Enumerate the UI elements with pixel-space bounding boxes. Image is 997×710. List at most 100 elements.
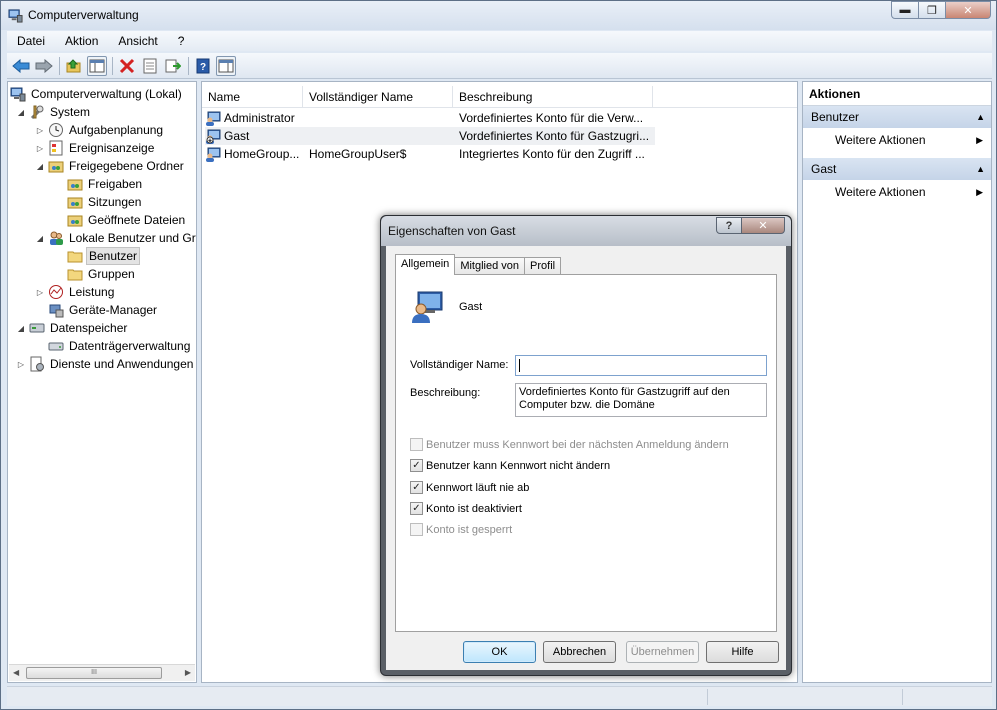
help-button[interactable]: ? (193, 56, 213, 76)
description-input[interactable]: Vordefiniertes Konto für Gastzugriff auf… (515, 383, 767, 417)
tree-item-ereignisanzeige[interactable]: ▷ Ereignisanzeige (35, 139, 156, 157)
help-dialog-button[interactable]: Hilfe (706, 641, 779, 663)
text-caret (519, 359, 520, 372)
tree-item-dienste[interactable]: ▷ Dienste und Anwendungen (16, 355, 195, 373)
minimize-button[interactable]: ▬ (891, 1, 919, 19)
user-icon (206, 147, 221, 162)
expand-icon[interactable]: ▷ (35, 126, 45, 135)
up-level-button[interactable] (64, 56, 84, 76)
scroll-grip: III (91, 669, 97, 676)
forward-arrow-icon (35, 58, 53, 73)
action-section-benutzer[interactable]: Benutzer ▲ (803, 106, 991, 128)
checkmark-icon[interactable]: ✓ (410, 459, 423, 472)
tree-item-benutzer[interactable]: Benutzer (67, 247, 141, 265)
checkbox-box (410, 438, 423, 451)
expand-icon[interactable]: ▷ (35, 144, 45, 153)
column-header-name[interactable]: Name (202, 86, 303, 107)
tree-item-freigaben[interactable]: Freigaben (67, 175, 144, 193)
collapse-icon[interactable]: ◢ (16, 324, 26, 333)
collapse-icon[interactable]: ◢ (16, 108, 26, 117)
tree-item-datenspeicher[interactable]: ◢ Datenspeicher (16, 319, 129, 337)
folder-up-icon (66, 58, 81, 72)
forward-button[interactable] (34, 56, 54, 76)
action-section-gast[interactable]: Gast ▲ (803, 158, 991, 180)
dialog-close-button[interactable]: ✕ (741, 217, 785, 234)
list-row-gast[interactable]: Gast Vordefiniertes Konto für Gastzugri.… (205, 127, 655, 145)
tab-mitglied-von[interactable]: Mitglied von (454, 257, 526, 275)
scroll-thumb[interactable]: III (26, 667, 162, 679)
export-list-button[interactable] (163, 56, 183, 76)
tree-item-lokale-benutzer[interactable]: ◢ Lokale Benutzer und Gr (35, 229, 196, 247)
device-manager-icon (49, 304, 64, 318)
tree-item-leistung[interactable]: ▷ Leistung (35, 283, 116, 301)
clock-icon (49, 123, 63, 137)
scroll-left-icon[interactable]: ◀ (13, 668, 19, 677)
checkmark-icon[interactable]: ✓ (410, 502, 423, 515)
tree-horizontal-scrollbar[interactable]: ◀ III ▶ (9, 664, 195, 681)
list-row-homegroupuser[interactable]: HomeGroup... HomeGroupUser$ Integriertes… (205, 145, 655, 163)
dialog-tabs: Allgemein Mitglied von Profil (395, 254, 562, 275)
close-button[interactable]: ✕ (945, 1, 991, 19)
tree-item-geoeffnete-dateien[interactable]: Geöffnete Dateien (67, 211, 187, 229)
tree-item-datentraegerverwaltung[interactable]: Datenträgerverwaltung (48, 337, 192, 355)
properties-button[interactable] (140, 56, 160, 76)
disk-icon (48, 342, 64, 351)
checkbox-account-disabled[interactable]: ✓ Konto ist deaktiviert (410, 502, 522, 515)
tab-allgemein[interactable]: Allgemein (395, 254, 456, 275)
delete-button[interactable] (117, 56, 137, 76)
back-button[interactable] (11, 56, 31, 76)
show-hide-action-pane-button[interactable] (216, 55, 236, 76)
checkbox-cannot-change-password[interactable]: ✓ Benutzer kann Kennwort nicht ändern (410, 459, 610, 472)
menu-datei[interactable]: Datei (7, 34, 55, 48)
dialog-help-button[interactable]: ? (716, 217, 742, 234)
maximize-button[interactable]: ❐ (918, 1, 946, 19)
services-icon (30, 356, 44, 372)
expand-icon[interactable]: ▷ (16, 360, 26, 369)
tree-item-sitzungen[interactable]: Sitzungen (67, 193, 143, 211)
tree-item-computerverwaltung[interactable]: Computerverwaltung (Lokal) (10, 85, 184, 103)
tree-item-gruppen[interactable]: Gruppen (67, 265, 137, 283)
submenu-arrow-icon: ▶ (976, 135, 983, 145)
checkbox-account-locked: Konto ist gesperrt (410, 523, 512, 536)
folder-icon (67, 251, 83, 263)
minimize-icon: ▬ (899, 4, 911, 16)
status-segment (707, 689, 708, 705)
collapse-icon[interactable]: ◢ (35, 162, 45, 171)
menu-ansicht[interactable]: Ansicht (108, 34, 167, 48)
actions-header: Aktionen (803, 82, 991, 106)
ok-button[interactable]: OK (463, 641, 536, 663)
action-weitere-aktionen-gast[interactable]: Weitere Aktionen ▶ (803, 180, 991, 204)
computer-management-icon (8, 9, 23, 23)
svg-text:?: ? (200, 62, 206, 73)
checkbox-box (410, 523, 423, 536)
checkbox-password-never-expires[interactable]: ✓ Kennwort läuft nie ab (410, 481, 529, 494)
action-weitere-aktionen-benutzer[interactable]: Weitere Aktionen ▶ (803, 128, 991, 152)
help-book-icon: ? (196, 58, 210, 73)
scroll-right-icon[interactable]: ▶ (185, 668, 191, 677)
menu-help[interactable]: ? (168, 34, 195, 48)
maximize-icon: ❐ (927, 4, 937, 17)
action-pane-icon (218, 59, 234, 72)
shared-folder-icon (67, 197, 83, 209)
show-hide-tree-button[interactable] (87, 55, 107, 76)
collapse-icon[interactable]: ◢ (35, 234, 45, 243)
tree-item-aufgabenplanung[interactable]: ▷ Aufgabenplanung (35, 121, 165, 139)
column-header-full-name[interactable]: Vollständiger Name (303, 86, 453, 107)
tree-item-freigegebene-ordner[interactable]: ◢ Freigegebene Ordner (35, 157, 186, 175)
list-row-administrator[interactable]: Administrator Vordefiniertes Konto für d… (205, 109, 655, 127)
expand-icon[interactable]: ▷ (35, 288, 45, 297)
tree-item-system[interactable]: ◢ System (16, 103, 92, 121)
tab-profil[interactable]: Profil (524, 257, 562, 275)
separator-line (410, 336, 766, 337)
checkmark-icon[interactable]: ✓ (410, 481, 423, 494)
collapse-up-icon[interactable]: ▲ (976, 158, 985, 180)
toolbar-separator (188, 56, 189, 75)
collapse-up-icon[interactable]: ▲ (976, 106, 985, 128)
storage-icon (29, 323, 45, 333)
tree-item-geraete-manager[interactable]: Geräte-Manager (48, 301, 159, 319)
folder-icon (67, 269, 83, 281)
cancel-button[interactable]: Abbrechen (543, 641, 616, 663)
column-header-description[interactable]: Beschreibung (453, 86, 653, 107)
full-name-input[interactable] (515, 355, 767, 376)
menu-aktion[interactable]: Aktion (55, 34, 108, 48)
